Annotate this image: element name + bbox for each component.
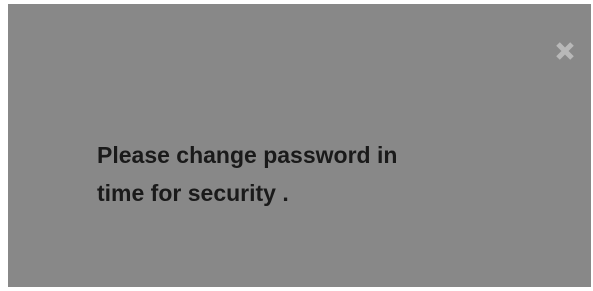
close-button[interactable] [551, 37, 579, 65]
close-icon [554, 40, 576, 62]
password-reminder-dialog: Please change password in time for secur… [8, 4, 591, 287]
message-line-1: Please change password in [97, 142, 398, 168]
security-message: Please change password in time for secur… [97, 136, 497, 212]
message-line-2: time for security . [97, 180, 289, 206]
